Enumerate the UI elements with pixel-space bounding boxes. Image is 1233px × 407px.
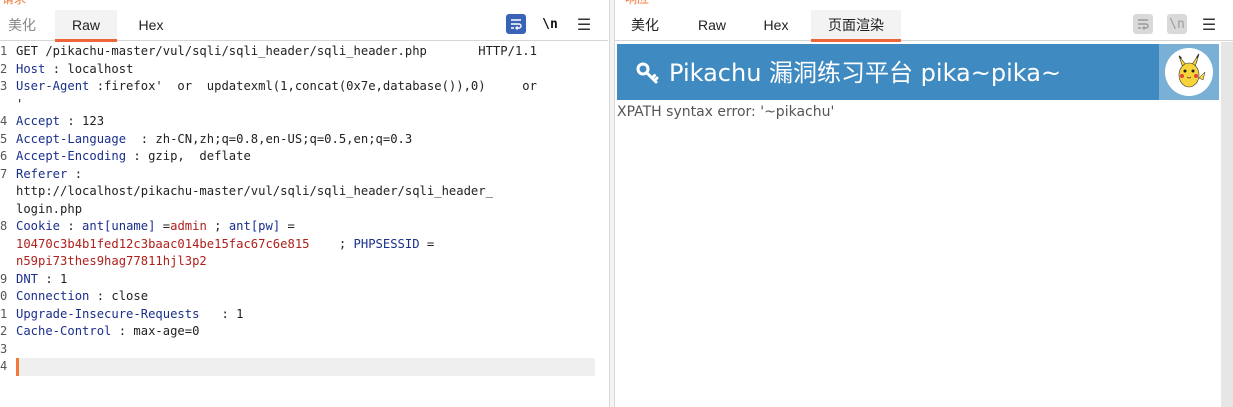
header-key: Cache-Control [16, 324, 112, 338]
header-key: ant[uname] [82, 219, 156, 233]
code-text: ; [206, 219, 229, 233]
tab-render[interactable]: 页面渲染 [811, 10, 901, 42]
code-text: : 1 [38, 271, 68, 286]
code-text: : 123 [60, 114, 105, 128]
line-number: 3 [0, 341, 8, 356]
line-number: 2 [0, 324, 8, 338]
header-key: ant[pw] [228, 219, 281, 233]
request-panel: 请求 美化 Raw Hex \n ☰ 1 2 3 4 5 6 7 8 9 0 1… [0, 0, 610, 407]
code-text: = [155, 219, 171, 233]
code-text: GET /pikachu-master/vul/sqli/sqli_header… [16, 44, 537, 58]
code-line: DNT : 1 [16, 271, 596, 289]
key-icon [636, 62, 659, 84]
response-tabbar: 响应 美化 Raw Hex 页面渲染 \n ☰ [615, 0, 1233, 42]
code-text: : [67, 166, 83, 181]
code-text: : 1 [199, 306, 244, 321]
site-title-text: Pikachu 漏洞练习平台 pika~pika~ [669, 59, 1062, 87]
tab-hex[interactable]: Hex [755, 10, 797, 41]
menu-icon[interactable]: ☰ [1199, 14, 1219, 34]
code-text: : max-age=0 [111, 324, 200, 338]
code-line: Cache-Control : max-age=0 [16, 323, 596, 341]
code-line: Host : localhost [16, 61, 596, 79]
line-number: 4 [0, 359, 8, 373]
pikachu-avatar-icon [1165, 48, 1213, 96]
code-text: :firefox' or updatexml(1,concat(0x7e,dat… [89, 79, 537, 93]
code-line: GET /pikachu-master/vul/sqli/sqli_header… [16, 43, 596, 61]
header-value: 10470c3b4b1fed12c3baac014be15fac67c6e815 [16, 236, 310, 251]
header-key: User-Agent [16, 79, 90, 93]
show-newlines-button[interactable]: \n [540, 14, 560, 34]
request-tabbar: 请求 美化 Raw Hex \n ☰ [0, 0, 608, 42]
tab-raw[interactable]: Raw [55, 10, 117, 42]
code-text: : zh-CN,zh;q=0.8,en-US;q=0.5,en;q=0.3 [126, 131, 413, 146]
code-text: ' [16, 96, 24, 111]
line-number: 3 [0, 79, 8, 93]
code-line: http://localhost/pikachu-master/vul/sqli… [16, 183, 596, 201]
code-text: : gzip, deflate [126, 149, 251, 163]
code-text: = [419, 236, 435, 251]
header-key: Connection [16, 289, 90, 303]
code-line: n59pi73thes9hag77811hjl3p2 [16, 253, 596, 271]
error-message: XPATH syntax error: '~pikachu' [617, 104, 835, 120]
text-caret [16, 358, 19, 376]
code-line: Accept-Encoding : gzip, deflate [16, 148, 596, 166]
tab-pretty[interactable]: 美化 [623, 10, 667, 41]
code-text: : localhost [45, 61, 134, 76]
header-value: admin [170, 219, 207, 233]
code-line: User-Agent :firefox' or updatexml(1,conc… [16, 78, 596, 96]
header-key: Cookie [16, 219, 61, 233]
code-line: Connection : close [16, 288, 596, 306]
line-number: 0 [0, 289, 8, 303]
header-value: n59pi73thes9hag77811hjl3p2 [16, 254, 207, 268]
header-key: PHPSESSID [353, 236, 420, 251]
header-key: Host [16, 61, 46, 76]
line-number: 7 [0, 166, 8, 181]
line-number: 2 [0, 61, 8, 76]
code-line: 10470c3b4b1fed12c3baac014be15fac67c6e815… [16, 236, 596, 254]
header-key: Referer [16, 166, 68, 181]
tab-pretty[interactable]: 美化 [0, 10, 44, 41]
avatar-box [1159, 44, 1219, 100]
code-line: Accept-Language : zh-CN,zh;q=0.8,en-US;q… [16, 131, 596, 149]
wrap-lines-icon[interactable] [1133, 14, 1153, 34]
header-key: Accept-Encoding [16, 149, 127, 163]
site-title: Pikachu 漏洞练习平台 pika~pika~ [635, 58, 1061, 88]
code-text: ; [309, 236, 354, 251]
tab-hex[interactable]: Hex [126, 10, 176, 41]
line-number: 1 [0, 44, 8, 58]
code-line: Upgrade-Insecure-Requests : 1 [16, 306, 596, 324]
code-text: login.php [16, 201, 83, 216]
code-text: = [280, 219, 295, 233]
line-number: 1 [0, 306, 8, 321]
vertical-scrollbar[interactable] [1221, 42, 1233, 407]
code-text: : [60, 219, 83, 233]
code-text: : close [89, 289, 149, 303]
show-newlines-button[interactable]: \n [1167, 14, 1187, 34]
code-line: Referer : [16, 166, 596, 184]
code-line: Accept : 123 [16, 113, 596, 131]
header-key: DNT [16, 271, 39, 286]
wrap-lines-icon[interactable] [506, 14, 526, 34]
response-panel: 响应 美化 Raw Hex 页面渲染 \n ☰ Pikachu 漏洞练习平台 p… [615, 0, 1233, 407]
line-number: 8 [0, 219, 8, 233]
menu-icon[interactable]: ☰ [574, 14, 594, 34]
line-number: 4 [0, 114, 8, 128]
request-editor[interactable]: 1 2 3 4 5 6 7 8 9 0 1 2 3 4 GET /pikachu… [0, 42, 608, 407]
current-line-highlight [16, 358, 595, 376]
code-line: Cookie : ant[uname] =admin ; ant[pw] = [16, 218, 596, 236]
code-text: http://localhost/pikachu-master/vul/sqli… [16, 184, 493, 198]
code-line: ' [16, 96, 596, 114]
request-corner-label: 请求 [2, 0, 42, 5]
code-line: login.php [16, 201, 596, 219]
line-number: 6 [0, 149, 8, 163]
response-corner-label: 响应 [625, 0, 665, 5]
line-number: 9 [0, 271, 8, 286]
header-key: Accept [16, 114, 61, 128]
tab-raw[interactable]: Raw [689, 10, 735, 41]
line-number: 5 [0, 131, 8, 146]
site-header: Pikachu 漏洞练习平台 pika~pika~ [617, 44, 1219, 100]
header-key: Accept-Language [16, 131, 127, 146]
header-key: Upgrade-Insecure-Requests [16, 306, 200, 321]
rendered-page: Pikachu 漏洞练习平台 pika~pika~ XPATH syntax e… [617, 42, 1219, 407]
